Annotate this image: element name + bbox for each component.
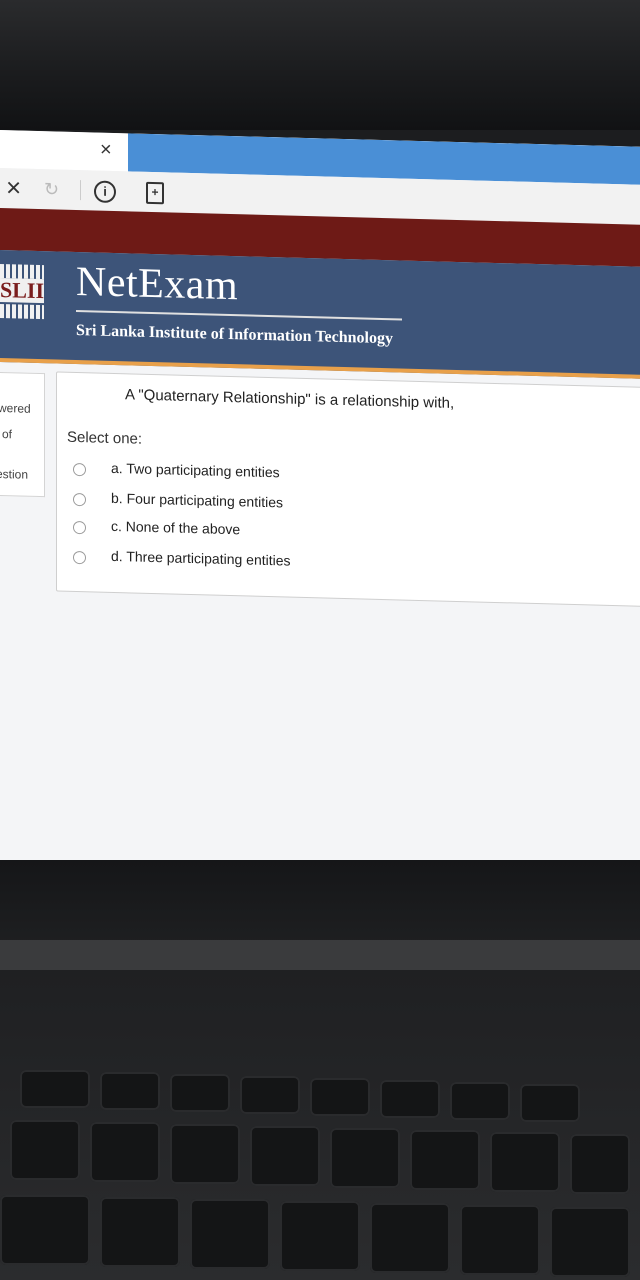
keyboard-key [490,1132,560,1192]
keyboard-key [190,1199,270,1269]
radio-button[interactable] [73,520,86,535]
select-one-label: Select one: [67,428,143,448]
radio-button[interactable] [73,492,86,507]
keyboard-key [170,1124,240,1184]
keyboard-key [100,1072,160,1110]
tab-close-icon[interactable]: × [100,139,112,162]
logo-text: SLIIT [0,278,44,304]
keyboard-key [460,1205,540,1275]
keyboard-key [570,1134,630,1194]
keyboard-key [250,1126,320,1186]
option-label[interactable]: d. Three participating entities [111,548,291,569]
site-info-icon[interactable]: i [94,180,116,204]
nav-text-question[interactable]: estion [0,467,28,482]
keyboard-key [450,1082,510,1120]
option-label[interactable]: a. Two participating entities [111,460,280,480]
reload-icon[interactable]: ↻ [44,179,59,200]
question-text: A "Quaternary Relationship" is a relatio… [125,386,455,412]
keyboard-key [330,1128,400,1188]
monitor-top-bezel [0,0,640,130]
site-header: SLIIT NetExam Sri Lanka Institute of Inf… [0,250,640,379]
keyboard-key [10,1120,80,1180]
add-page-icon[interactable]: + [146,181,164,205]
logo-grid-top [0,264,44,280]
sliit-logo[interactable]: SLIIT [0,264,44,320]
quiz-navigation-panel: wered of estion [0,372,45,498]
keyboard-key [410,1130,480,1190]
radio-button[interactable] [73,462,86,477]
logo-grid-bottom [0,304,44,320]
answer-option-c[interactable]: c. None of the above [73,517,473,551]
institute-name: Sri Lanka Institute of Information Techn… [76,321,393,348]
keyboard-key [100,1197,180,1267]
keyboard-key [170,1074,230,1112]
keyboard-key [310,1078,370,1116]
keyboard [0,1060,640,1280]
keyboard-key [20,1070,90,1108]
browser-window: × × ↻ i + SLIIT NetExam Sri Lanka Instit… [0,130,640,892]
brand-divider [76,309,402,321]
keyboard-key [90,1122,160,1182]
keyboard-key [520,1084,580,1122]
keyboard-key [280,1201,360,1271]
radio-button[interactable] [73,550,86,565]
nav-text-of: of [2,427,13,442]
stop-icon[interactable]: × [6,172,21,203]
option-label[interactable]: b. Four participating entities [111,490,283,511]
answer-option-d[interactable]: d. Three participating entities [73,547,473,581]
nav-text-answered: wered [0,400,31,416]
question-card: A "Quaternary Relationship" is a relatio… [56,371,640,608]
keyboard-key [550,1207,630,1277]
toolbar-divider [80,180,81,201]
keyboard-key [0,1195,90,1265]
brand-title: NetExam [76,258,239,310]
keyboard-key [240,1076,300,1114]
option-label[interactable]: c. None of the above [111,518,240,537]
keyboard-key [370,1203,450,1273]
answer-option-a[interactable]: a. Two participating entities [73,459,473,493]
laptop-hinge [0,940,640,970]
keyboard-key [380,1080,440,1118]
